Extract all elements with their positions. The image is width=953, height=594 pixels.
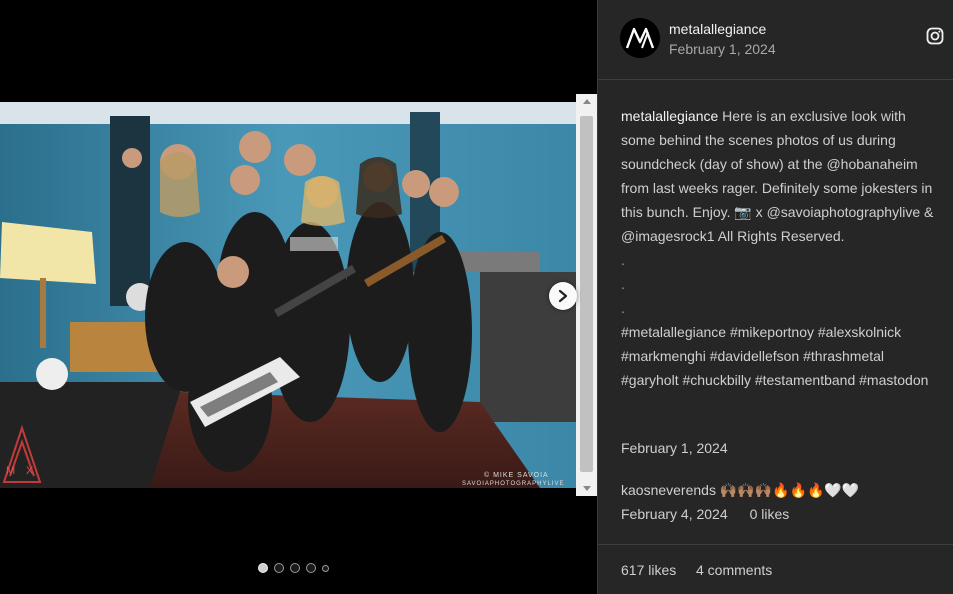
svg-text:M: M xyxy=(6,465,15,477)
metal-allegiance-avatar-logo xyxy=(620,18,660,58)
carousel-dot-5[interactable] xyxy=(322,564,329,572)
comment-username[interactable]: kaosneverends xyxy=(621,482,716,498)
caption-body: metalallegiance Here is an exclusive loo… xyxy=(621,104,936,248)
comment-meta: February 4, 2024 0 likes xyxy=(621,506,789,522)
carousel-dot-3[interactable] xyxy=(290,563,300,573)
next-photo-button[interactable] xyxy=(549,282,577,310)
comment-date: February 4, 2024 xyxy=(621,506,728,522)
chevron-right-icon xyxy=(558,289,568,303)
scroll-up-arrow-icon[interactable] xyxy=(576,94,597,109)
caption-text: Here is an exclusive look with some behi… xyxy=(621,108,934,244)
svg-text:X: X xyxy=(26,465,34,477)
post-username[interactable]: metalallegiance xyxy=(669,21,766,37)
band-photo-illustration: © MIKE SAVOIA SAVOIAPHOTOGRAPHYLIVE M X xyxy=(0,102,576,488)
photo-watermark: © MIKE SAVOIA xyxy=(484,471,549,479)
post-header-date: February 1, 2024 xyxy=(669,41,776,57)
caption-hashtags[interactable]: #metalallegiance #mikeportnoy #alexskoln… xyxy=(621,320,936,392)
carousel-dot-4[interactable] xyxy=(306,563,316,573)
avatar[interactable] xyxy=(620,18,660,58)
carousel-indicator xyxy=(258,563,329,573)
photo-scrollbar[interactable] xyxy=(576,94,597,496)
caption-dot-3: . xyxy=(621,300,625,316)
scroll-thumb[interactable] xyxy=(580,116,593,472)
post-caption: metalallegiance Here is an exclusive loo… xyxy=(621,104,936,392)
comment-item: kaosneverends 🙌🏽🙌🏽🙌🏽🔥🔥🔥🤍🤍 xyxy=(621,482,941,499)
caption-username[interactable]: metalallegiance xyxy=(621,108,718,124)
svg-text:SAVOIAPHOTOGRAPHYLIVE: SAVOIAPHOTOGRAPHYLIVE xyxy=(462,481,564,487)
comments-count[interactable]: 4 comments xyxy=(696,562,772,578)
media-pane: © MIKE SAVOIA SAVOIAPHOTOGRAPHYLIVE M X xyxy=(0,0,597,594)
scroll-down-arrow-icon[interactable] xyxy=(576,481,597,496)
post-header: metalallegiance February 1, 2024 xyxy=(598,0,953,80)
caption-date: February 1, 2024 xyxy=(621,440,728,456)
carousel-dot-1[interactable] xyxy=(258,563,268,573)
carousel-dot-2[interactable] xyxy=(274,563,284,573)
post-photo[interactable]: © MIKE SAVOIA SAVOIAPHOTOGRAPHYLIVE M X xyxy=(0,102,576,488)
comment-text: 🙌🏽🙌🏽🙌🏽🔥🔥🔥🤍🤍 xyxy=(719,482,860,498)
caption-dot-1: . xyxy=(621,252,625,268)
likes-count[interactable]: 617 likes xyxy=(621,562,676,578)
post-details-pane: metalallegiance February 1, 2024 metalal… xyxy=(597,0,953,594)
caption-dot-2: . xyxy=(621,276,625,292)
instagram-icon[interactable] xyxy=(926,27,944,45)
comment-likes[interactable]: 0 likes xyxy=(750,506,790,522)
post-footer: 617 likes 4 comments xyxy=(598,544,953,594)
